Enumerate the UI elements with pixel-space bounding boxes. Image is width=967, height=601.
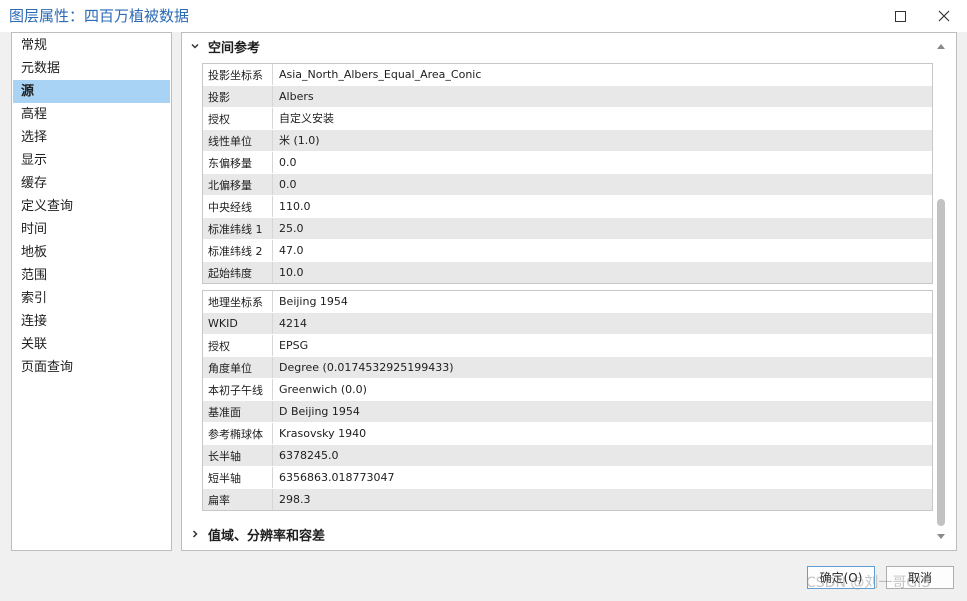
property-label: 参考椭球体: [208, 427, 263, 441]
property-value: 298.3: [272, 489, 932, 510]
property-value: Albers: [272, 86, 932, 107]
nav-item[interactable]: 缓存: [13, 172, 170, 195]
arrow-down-icon: [937, 534, 945, 539]
nav-item[interactable]: 元数据: [13, 57, 170, 80]
property-label: WKID: [208, 317, 238, 330]
chevron-down-icon: [188, 39, 202, 53]
nav-item[interactable]: 显示: [13, 149, 170, 172]
property-label: 扁率: [208, 493, 230, 507]
property-value: 米 (1.0): [272, 130, 932, 151]
property-row: 本初子午线 Greenwich (0.0): [203, 379, 932, 401]
section-title: 值域、分辨率和容差: [208, 528, 326, 544]
property-row: 北偏移量 0.0: [203, 174, 932, 196]
property-label: 角度单位: [208, 361, 252, 375]
section-title: 空间参考: [208, 40, 261, 56]
property-row: 短半轴 6356863.018773047: [203, 467, 932, 489]
property-value: 0.0: [272, 152, 932, 173]
property-row: 标准纬线 1 25.0: [203, 218, 932, 240]
property-label: 标准纬线 1: [208, 222, 263, 236]
property-value: Krasovsky 1940: [272, 423, 932, 444]
property-row: 东偏移量 0.0: [203, 152, 932, 174]
property-row: 扁率 298.3: [203, 489, 932, 510]
property-label: 地理坐标系: [208, 295, 263, 309]
maximize-button[interactable]: [880, 0, 920, 32]
arrow-up-icon: [937, 44, 945, 49]
property-value: Greenwich (0.0): [272, 379, 932, 400]
property-row: 角度单位 Degree (0.0174532925199433): [203, 357, 932, 379]
close-button[interactable]: [924, 0, 964, 32]
nav-item[interactable]: 连接: [13, 310, 170, 333]
property-label: 授权: [208, 112, 230, 126]
section-header-spatial-reference[interactable]: 空间参考: [188, 35, 260, 57]
nav-item[interactable]: 范围: [13, 264, 170, 287]
nav-item[interactable]: 选择: [13, 126, 170, 149]
projected-coordinate-grid: 投影坐标系 Asia_North_Albers_Equal_Area_Conic 投…: [202, 63, 933, 284]
property-row: 线性单位 米 (1.0): [203, 130, 932, 152]
nav-item[interactable]: 索引: [13, 287, 170, 310]
nav-item[interactable]: 地板: [13, 241, 170, 264]
property-value: 4214: [272, 313, 932, 334]
nav-item[interactable]: 常规: [13, 34, 170, 57]
property-value: 自定义安装: [272, 108, 932, 129]
nav-item[interactable]: 时间: [13, 218, 170, 241]
property-row: 起始纬度 10.0: [203, 262, 932, 283]
cancel-button[interactable]: 取消: [886, 566, 954, 589]
nav-item[interactable]: 页面查询: [13, 356, 170, 379]
property-label: 东偏移量: [208, 156, 252, 170]
property-label: 短半轴: [208, 471, 241, 485]
property-value: 10.0: [272, 262, 932, 283]
property-row: 基准面 D Beijing 1954: [203, 401, 932, 423]
nav-item[interactable]: 源: [13, 80, 170, 103]
property-row: WKID 4214: [203, 313, 932, 335]
property-row: 投影坐标系 Asia_North_Albers_Equal_Area_Conic: [203, 64, 932, 86]
property-label: 投影: [208, 90, 230, 104]
property-value: 0.0: [272, 174, 932, 195]
chevron-right-icon: [188, 527, 202, 541]
content-panel: 空间参考 投影坐标系 Asia_North_Albers_Equal_Area_C…: [181, 32, 957, 551]
property-value: Asia_North_Albers_Equal_Area_Conic: [272, 64, 932, 85]
vertical-scrollbar[interactable]: [935, 39, 947, 544]
property-value: 110.0: [272, 196, 932, 217]
nav-item[interactable]: 高程: [13, 103, 170, 126]
section-header-domain[interactable]: 值域、分辨率和容差: [188, 523, 325, 545]
category-nav: 常规 元数据源高程 选择 显示 缓存 定义查询 时间 地板 范围 索引 连接 关联 页面查询: [11, 32, 172, 551]
property-label: 本初子午线: [208, 383, 263, 397]
scroll-down-arrow[interactable]: [935, 530, 947, 544]
maximize-icon: [894, 10, 906, 22]
geographic-coordinate-grid: 地理坐标系 Beijing 1954 WKID 4214 授权 EPSG 角度单位 Degre…: [202, 290, 933, 511]
property-label: 投影坐标系: [208, 68, 263, 82]
property-value: Beijing 1954: [272, 291, 932, 312]
property-value: 6356863.018773047: [272, 467, 932, 488]
property-value: 47.0: [272, 240, 932, 261]
property-row: 地理坐标系 Beijing 1954: [203, 291, 932, 313]
ok-button[interactable]: 确定(O): [807, 566, 875, 589]
nav-item[interactable]: 关联: [13, 333, 170, 356]
property-value: Degree (0.0174532925199433): [272, 357, 932, 378]
scroll-thumb[interactable]: [937, 199, 945, 526]
property-label: 长半轴: [208, 449, 241, 463]
scroll-up-arrow[interactable]: [935, 39, 947, 53]
property-row: 长半轴 6378245.0: [203, 445, 932, 467]
close-icon: [938, 10, 950, 22]
property-row: 参考椭球体 Krasovsky 1940: [203, 423, 932, 445]
window-title: 图层属性：四百万植被数据: [9, 7, 190, 25]
property-row: 中央经线 110.0: [203, 196, 932, 218]
property-value: EPSG: [272, 335, 932, 356]
property-label: 北偏移量: [208, 178, 252, 192]
property-label: 授权: [208, 339, 230, 353]
property-value: 25.0: [272, 218, 932, 239]
property-value: D Beijing 1954: [272, 401, 932, 422]
property-label: 基准面: [208, 405, 241, 419]
title-bar: 图层属性：四百万植被数据: [0, 0, 967, 32]
property-label: 起始纬度: [208, 266, 252, 280]
property-row: 标准纬线 2 47.0: [203, 240, 932, 262]
property-row: 授权 自定义安装: [203, 108, 932, 130]
property-row: 投影 Albers: [203, 86, 932, 108]
property-row: 授权 EPSG: [203, 335, 932, 357]
property-label: 标准纬线 2: [208, 244, 263, 258]
property-label: 中央经线: [208, 200, 252, 214]
property-value: 6378245.0: [272, 445, 932, 466]
nav-item[interactable]: 定义查询: [13, 195, 170, 218]
property-label: 线性单位: [208, 134, 252, 148]
